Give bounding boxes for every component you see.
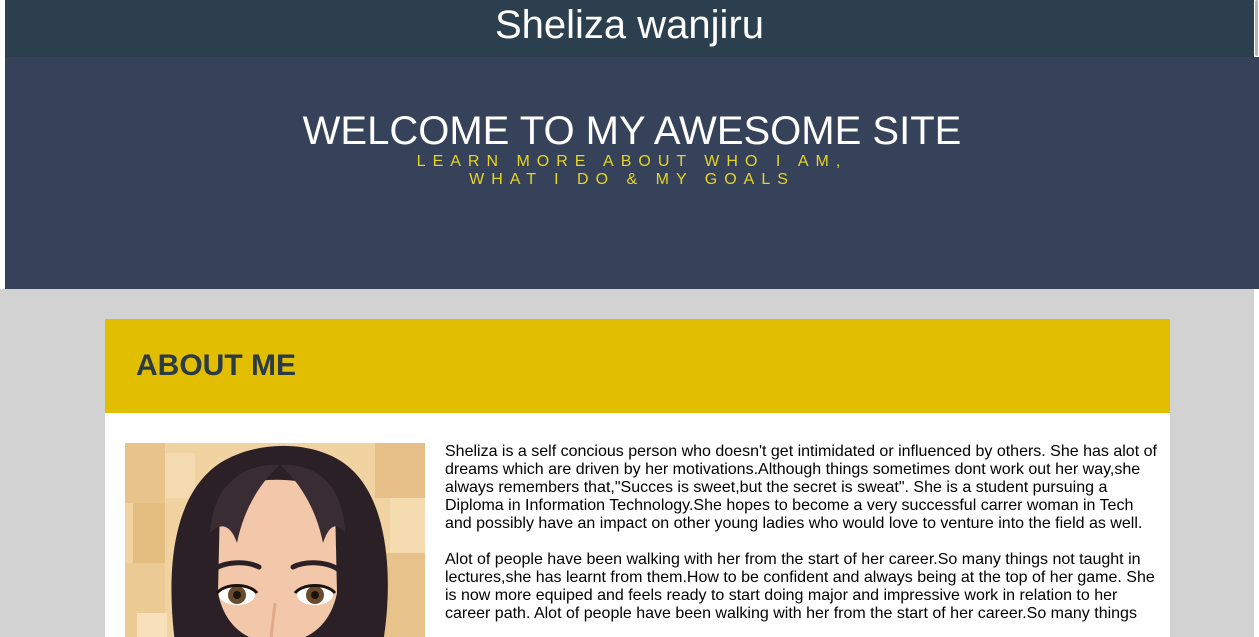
about-header: ABOUT ME xyxy=(105,319,1170,413)
about-heading: ABOUT ME xyxy=(136,349,296,382)
bio-paragraph: Sheliza is a self concious person who do… xyxy=(445,443,1157,532)
scrollbar-thumb[interactable] xyxy=(1255,0,1258,56)
cartoon-woman-avatar-icon xyxy=(125,443,425,637)
hero-title: WELCOME TO MY AWESOME SITE xyxy=(302,109,962,153)
about-bio: Sheliza is a self concious person who do… xyxy=(445,443,1161,637)
site-owner-name: Sheliza wanjiru xyxy=(494,3,765,47)
about-card: ABOUT ME Sheliza is a self concious pers… xyxy=(105,319,1170,637)
page: Sheliza wanjiru WELCOME TO MY AWESOME SI… xyxy=(0,0,1259,637)
hero-subtitle-line-2: WHAT I DO & MY GOALS xyxy=(469,171,795,188)
hero-banner: WELCOME TO MY AWESOME SITE LEARN MORE AB… xyxy=(5,57,1259,289)
bio-paragraph: Alot of people have been walking with he… xyxy=(445,551,1155,622)
hero-subtitle-line-1: LEARN MORE ABOUT WHO I AM, xyxy=(416,153,848,170)
site-header: Sheliza wanjiru xyxy=(5,0,1254,57)
hero-subtitle: LEARN MORE ABOUT WHO I AM, WHAT I DO & M… xyxy=(5,153,1259,189)
